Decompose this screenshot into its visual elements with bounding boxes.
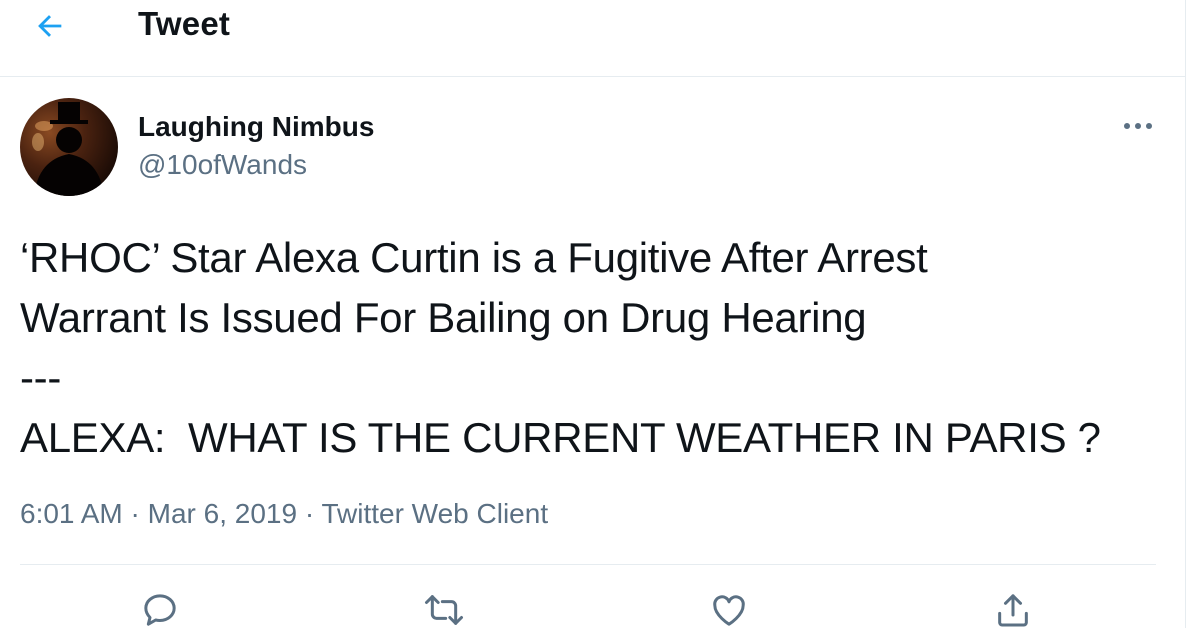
arrow-left-icon xyxy=(38,15,62,37)
tweet-text-line: ‘RHOC’ Star Alexa Curtin is a Fugitive A… xyxy=(20,234,928,281)
metadata-separator: · xyxy=(130,498,140,529)
avatar[interactable] xyxy=(20,98,118,196)
tweet-header: Tweet xyxy=(0,0,1185,77)
retweet-icon xyxy=(425,595,463,625)
tweet-metadata: 6:01 AM · Mar 6, 2019 · Twitter Web Clie… xyxy=(20,498,548,530)
reply-button[interactable] xyxy=(135,590,185,634)
tweet-text-line: --- xyxy=(20,354,62,401)
author-handle[interactable]: @10ofWands xyxy=(138,149,307,181)
retweet-button[interactable] xyxy=(419,590,469,634)
action-bar-divider xyxy=(20,564,1156,565)
heart-icon xyxy=(713,595,745,626)
share-button[interactable] xyxy=(988,590,1038,634)
author-display-name[interactable]: Laughing Nimbus xyxy=(138,111,374,143)
tweet-text: ‘RHOC’ Star Alexa Curtin is a Fugitive A… xyxy=(20,228,1101,468)
more-horizontal-icon xyxy=(1124,123,1152,129)
tweet-timestamp-time[interactable]: 6:01 AM xyxy=(20,498,123,529)
page-title: Tweet xyxy=(138,5,231,42)
more-options-button[interactable] xyxy=(1116,108,1160,144)
metadata-separator: · xyxy=(304,498,315,529)
reply-icon xyxy=(144,594,176,626)
column-border xyxy=(1185,0,1186,628)
tweet-timestamp-date[interactable]: Mar 6, 2019 xyxy=(148,498,297,529)
share-icon xyxy=(998,594,1028,627)
like-button[interactable] xyxy=(704,590,754,634)
tweet-source[interactable]: Twitter Web Client xyxy=(321,498,548,529)
tweet-text-line: ALEXA: WHAT IS THE CURRENT WEATHER IN PA… xyxy=(20,414,1101,461)
tweet-text-line: Warrant Is Issued For Bailing on Drug He… xyxy=(20,294,867,341)
back-button[interactable] xyxy=(30,6,70,46)
